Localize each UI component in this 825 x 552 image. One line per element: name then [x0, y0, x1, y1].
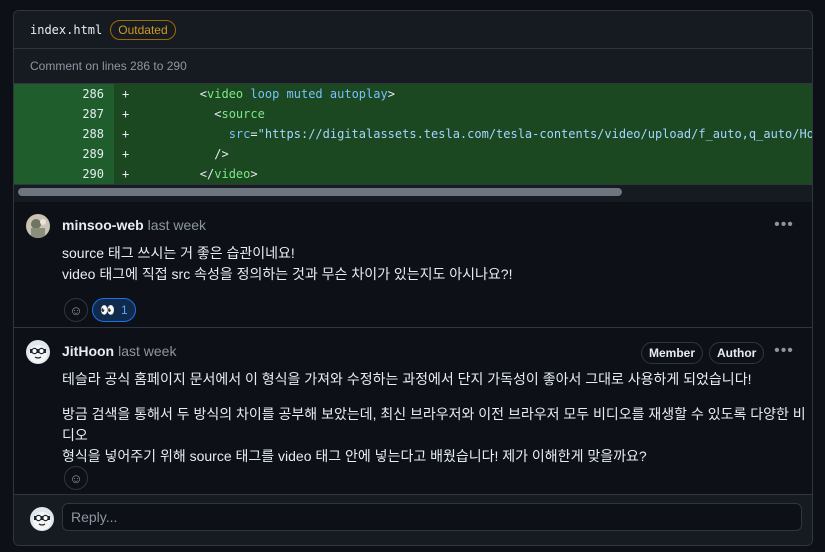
- comment-author-line: JitHoon last week: [62, 343, 176, 359]
- code-content: + <video loop muted autoplay>: [114, 84, 812, 104]
- code-diff: 286 + <video loop muted autoplay> 287 + <so…: [14, 83, 812, 184]
- comment-paragraph: 방금 검색을 통해서 두 방식의 차이를 공부해 보았는데, 최신 브라우저와 …: [62, 406, 806, 443]
- code-line[interactable]: 289 + />: [14, 144, 812, 164]
- code-content: + src="https://digitalassets.tesla.com/t…: [114, 124, 812, 144]
- line-number[interactable]: 290: [14, 164, 114, 184]
- reaction-count: 1: [120, 303, 128, 317]
- code-token: source: [221, 107, 265, 121]
- code-token: muted: [286, 87, 323, 101]
- timestamp[interactable]: last week: [148, 217, 206, 233]
- reply-input[interactable]: Reply...: [62, 503, 802, 531]
- comments-list: minsoo-web last week ••• source 태그 쓰시는 거 …: [14, 202, 812, 545]
- add-reaction-button[interactable]: ☺: [64, 298, 88, 322]
- code-token: <: [199, 87, 208, 101]
- author-badge: Author: [709, 342, 765, 364]
- member-badge: Member: [641, 342, 704, 364]
- smiley-icon: ☺: [69, 470, 83, 486]
- code-content: + />: [114, 144, 812, 164]
- code-line[interactable]: 287 + <source: [14, 104, 812, 124]
- code-line[interactable]: 286 + <video loop muted autoplay>: [14, 84, 812, 104]
- file-header: index.html Outdated: [14, 11, 812, 49]
- comment-body: source 태그 쓰시는 거 좋은 습관이네요! video 태그에 직접 s…: [62, 243, 512, 285]
- code-token: >: [250, 167, 258, 181]
- outdated-badge: Outdated: [110, 19, 176, 40]
- line-number[interactable]: 287: [14, 104, 114, 124]
- code-token: =: [250, 127, 258, 141]
- code-line[interactable]: 288 + src="https://digitalassets.tesla.co…: [14, 124, 812, 144]
- avatar-minsoo-web[interactable]: [26, 214, 50, 238]
- smiley-icon: ☺: [69, 302, 83, 318]
- diff-added-sign: +: [122, 107, 130, 121]
- code-token: </: [199, 167, 215, 181]
- comment-body: 테슬라 공식 홈페이지 문서에서 이 형식을 가져와 수정하는 과정에서 단지 …: [62, 369, 812, 467]
- code-token: video: [214, 167, 251, 181]
- author-name[interactable]: minsoo-web: [62, 217, 144, 233]
- review-thread-panel: index.html Outdated Comment on lines 286…: [13, 10, 813, 546]
- code-token: loop: [250, 87, 280, 101]
- diff-added-sign: +: [122, 167, 130, 181]
- reply-bar: Reply...: [14, 494, 812, 545]
- reaction-eyes-button[interactable]: 👀 1: [92, 298, 136, 322]
- comment: JitHoon last week Member Author ••• 테슬라 공…: [14, 328, 812, 498]
- comment-range-label: Comment on lines 286 to 290: [14, 49, 812, 83]
- code-line[interactable]: 290 + </video>: [14, 164, 812, 184]
- current-user-avatar: [30, 507, 54, 531]
- timestamp[interactable]: last week: [118, 343, 176, 359]
- comment-paragraph: 테슬라 공식 홈페이지 문서에서 이 형식을 가져와 수정하는 과정에서 단지 …: [62, 371, 752, 387]
- avatar-jithoon[interactable]: [26, 340, 50, 364]
- diff-added-sign: +: [122, 87, 130, 101]
- code-token: >: [387, 87, 395, 101]
- add-reaction-button[interactable]: ☺: [64, 466, 88, 490]
- line-number[interactable]: 286: [14, 84, 114, 104]
- horizontal-scrollbar[interactable]: [14, 184, 812, 199]
- file-name-link[interactable]: index.html: [30, 23, 102, 37]
- code-token: />: [214, 147, 229, 161]
- code-content: + </video>: [114, 164, 812, 184]
- comment: minsoo-web last week ••• source 태그 쓰시는 거 …: [14, 202, 812, 332]
- comment-paragraph: 형식을 넣어주기 위해 source 태그를 video 태그 안에 넣는다고 …: [62, 448, 647, 464]
- kebab-horizontal-icon[interactable]: •••: [774, 342, 794, 360]
- code-token: autoplay: [329, 87, 388, 101]
- comment-line: video 태그에 직접 src 속성을 정의하는 것과 무슨 차이가 있는지도…: [62, 266, 513, 282]
- code-content: + <source: [114, 104, 812, 124]
- scrollbar-thumb[interactable]: [18, 188, 622, 196]
- comment-author-line: minsoo-web last week: [62, 217, 206, 233]
- diff-added-sign: +: [122, 147, 130, 161]
- kebab-horizontal-icon[interactable]: •••: [774, 216, 794, 234]
- author-name[interactable]: JitHoon: [62, 343, 114, 359]
- line-number[interactable]: 289: [14, 144, 114, 164]
- line-number[interactable]: 288: [14, 124, 114, 144]
- comment-line: source 태그 쓰시는 거 좋은 습관이네요!: [62, 245, 295, 261]
- diff-added-sign: +: [122, 127, 130, 141]
- code-token: src: [228, 127, 251, 141]
- code-token: "https://digitalassets.tesla.com/tesla-c…: [257, 127, 812, 141]
- eyes-emoji: 👀: [100, 303, 115, 317]
- code-token: video: [207, 87, 244, 101]
